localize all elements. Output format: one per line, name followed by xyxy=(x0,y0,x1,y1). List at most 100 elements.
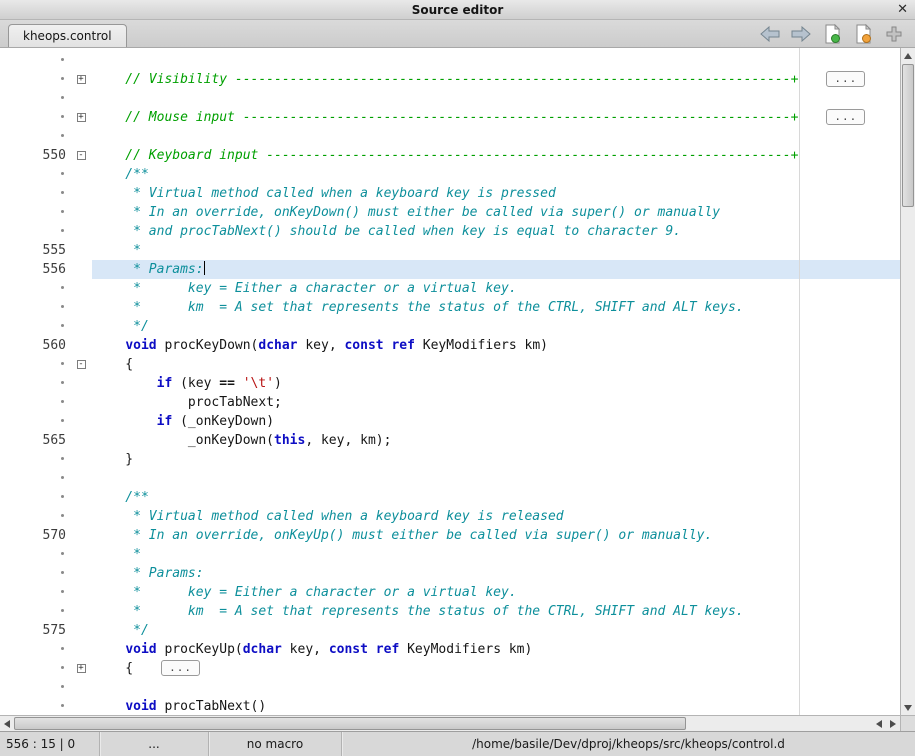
code-line[interactable]: /** xyxy=(0,488,900,507)
fold-open-icon[interactable]: - xyxy=(77,151,86,160)
code-line[interactable]: - { xyxy=(0,355,900,374)
line-dot xyxy=(61,590,64,593)
line-dot xyxy=(61,324,64,327)
vertical-scrollbar-thumb[interactable] xyxy=(902,64,914,207)
code-line[interactable] xyxy=(0,127,900,146)
horizontal-scrollbar-track[interactable] xyxy=(14,716,872,731)
code-text: * xyxy=(92,545,900,564)
code-line[interactable]: * key = Either a character or a virtual … xyxy=(0,279,900,298)
code-token: * xyxy=(94,547,141,562)
fold-gutter xyxy=(70,488,92,507)
code-line[interactable]: if (_onKeyDown) xyxy=(0,412,900,431)
code-line[interactable]: * key = Either a character or a virtual … xyxy=(0,583,900,602)
folded-code-ellipsis[interactable]: ... xyxy=(826,109,865,125)
code-text xyxy=(92,89,900,108)
code-line[interactable] xyxy=(0,678,900,697)
folded-code-ellipsis[interactable]: ... xyxy=(161,660,200,676)
code-line[interactable]: 570 * In an override, onKeyUp() must eit… xyxy=(0,526,900,545)
code-line[interactable]: * Params: xyxy=(0,564,900,583)
fold-gutter xyxy=(70,450,92,469)
code-line[interactable]: procTabNext; xyxy=(0,393,900,412)
code-token: _onKeyDown( xyxy=(94,433,274,448)
code-line[interactable] xyxy=(0,469,900,488)
line-dot xyxy=(61,286,64,289)
scroll-up-arrow-icon[interactable] xyxy=(901,48,915,63)
code-token: } xyxy=(94,452,133,467)
code-token: * key = Either a character or a virtual … xyxy=(94,585,517,600)
fold-gutter xyxy=(70,298,92,317)
code-token: * key = Either a character or a virtual … xyxy=(94,281,517,296)
line-dot-marker xyxy=(0,108,70,127)
vertical-scrollbar[interactable] xyxy=(900,48,915,715)
code-text: * In an override, onKeyUp() must either … xyxy=(92,526,900,545)
code-line[interactable]: * xyxy=(0,545,900,564)
close-icon[interactable]: ✕ xyxy=(897,1,908,19)
code-line[interactable]: * Virtual method called when a keyboard … xyxy=(0,184,900,203)
code-line[interactable]: 556 * Params: xyxy=(0,260,900,279)
navigate-forward-icon[interactable] xyxy=(790,23,812,45)
folded-code-ellipsis[interactable]: ... xyxy=(826,71,865,87)
code-line[interactable]: */ xyxy=(0,317,900,336)
code-token: this xyxy=(274,433,305,448)
fold-gutter xyxy=(70,165,92,184)
line-number: 565 xyxy=(0,431,70,450)
code-line[interactable]: 550- // Keyboard input -----------------… xyxy=(0,146,900,165)
fold-toggle-icon[interactable]: + xyxy=(70,659,92,678)
code-token: // Visibility --------------------------… xyxy=(94,72,798,87)
code-line[interactable]: * and procTabNext() should be called whe… xyxy=(0,222,900,241)
code-line[interactable]: 555 * xyxy=(0,241,900,260)
code-line[interactable]: * Virtual method called when a keyboard … xyxy=(0,507,900,526)
fold-toggle-icon[interactable]: - xyxy=(70,146,92,165)
code-editor[interactable]: + // Visibility ------------------------… xyxy=(0,48,900,715)
code-line[interactable]: + // Mouse input -----------------------… xyxy=(0,108,900,127)
code-line[interactable]: 565 _onKeyDown(this, key, km); xyxy=(0,431,900,450)
fold-toggle-icon[interactable]: - xyxy=(70,355,92,374)
code-text: _onKeyDown(this, key, km); xyxy=(92,431,900,450)
code-text: procTabNext; xyxy=(92,393,900,412)
code-token: * km = A set that represents the status … xyxy=(94,604,744,619)
file-path: /home/basile/Dev/dproj/kheops/src/kheops… xyxy=(342,732,915,756)
code-line[interactable]: + // Visibility ------------------------… xyxy=(0,70,900,89)
tab-kheops-control[interactable]: kheops.control xyxy=(8,24,127,47)
fold-closed-icon[interactable]: + xyxy=(77,664,86,673)
line-dot-marker xyxy=(0,488,70,507)
scroll-right-stepper-icon[interactable] xyxy=(886,716,900,731)
fold-gutter xyxy=(70,602,92,621)
code-line[interactable]: /** xyxy=(0,165,900,184)
code-text: * Params: xyxy=(92,260,900,279)
horizontal-scrollbar-thumb[interactable] xyxy=(14,717,686,730)
code-line[interactable]: + {... xyxy=(0,659,900,678)
code-token: procTabNext() xyxy=(157,699,267,714)
code-line[interactable]: * In an override, onKeyDown() must eithe… xyxy=(0,203,900,222)
fold-closed-icon[interactable]: + xyxy=(77,113,86,122)
code-line[interactable] xyxy=(0,89,900,108)
line-dot-marker xyxy=(0,678,70,697)
scroll-left-arrow-icon[interactable] xyxy=(0,716,14,731)
document-add-icon[interactable] xyxy=(821,23,843,45)
code-token: // Mouse input -------------------------… xyxy=(94,110,798,125)
line-dot xyxy=(61,77,64,80)
horizontal-scrollbar[interactable] xyxy=(0,715,915,731)
code-line[interactable]: } xyxy=(0,450,900,469)
code-line[interactable]: * km = A set that represents the status … xyxy=(0,298,900,317)
fold-open-icon[interactable]: - xyxy=(77,360,86,369)
fold-toggle-icon[interactable]: + xyxy=(70,108,92,127)
scroll-down-arrow-icon[interactable] xyxy=(901,700,915,715)
code-line[interactable]: * km = A set that represents the status … xyxy=(0,602,900,621)
code-line[interactable]: void procKeyUp(dchar key, const ref KeyM… xyxy=(0,640,900,659)
code-line[interactable] xyxy=(0,51,900,70)
fold-closed-icon[interactable]: + xyxy=(77,75,86,84)
navigate-back-icon[interactable] xyxy=(759,23,781,45)
code-token: '\t' xyxy=(243,376,274,391)
code-line[interactable]: void procTabNext() xyxy=(0,697,900,715)
code-token: if xyxy=(157,414,173,429)
code-line[interactable]: 560 void procKeyDown(dchar key, const re… xyxy=(0,336,900,355)
fold-toggle-icon[interactable]: + xyxy=(70,70,92,89)
line-dot xyxy=(61,362,64,365)
code-line[interactable]: 575 */ xyxy=(0,621,900,640)
code-line[interactable]: if (key == '\t') xyxy=(0,374,900,393)
scroll-left-stepper-icon[interactable] xyxy=(872,716,886,731)
window-detach-icon[interactable] xyxy=(883,23,905,45)
line-dot xyxy=(61,115,64,118)
document-save-icon[interactable] xyxy=(852,23,874,45)
